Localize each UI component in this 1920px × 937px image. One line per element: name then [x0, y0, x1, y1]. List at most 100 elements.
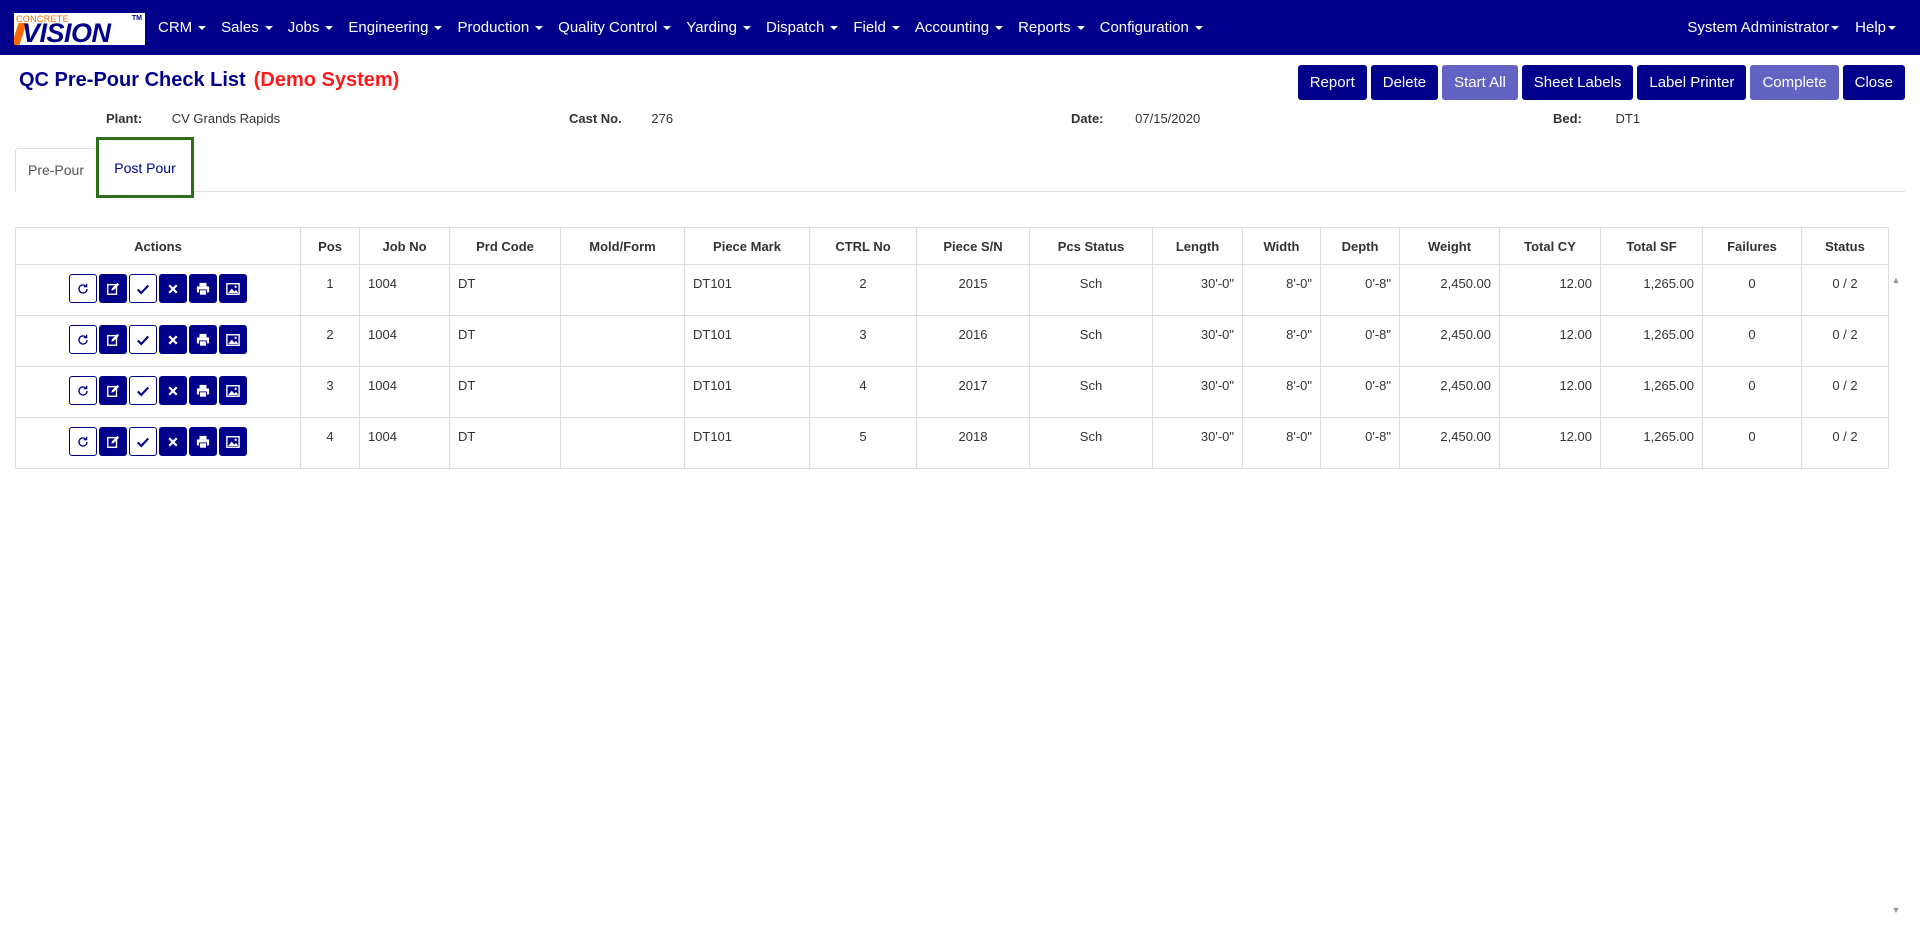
cell-length: 30'-0" — [1152, 417, 1243, 469]
image-button[interactable] — [219, 376, 247, 405]
edit-button[interactable] — [99, 274, 127, 303]
reset-button[interactable] — [69, 325, 97, 354]
menu-sales[interactable]: Sales — [221, 19, 273, 36]
chevron-down-icon — [1831, 25, 1840, 30]
col-header-mold-form[interactable]: Mold/Form — [560, 227, 685, 265]
tab-post-pour[interactable]: Post Pour — [96, 137, 194, 198]
col-header-actions: Actions — [15, 227, 301, 265]
concrete-vision-logo[interactable]: CONCRETE VISION TM — [14, 13, 145, 45]
cell-job-no: 1004 — [359, 417, 450, 469]
approve-button[interactable] — [129, 325, 157, 354]
col-header-job-no[interactable]: Job No — [359, 227, 450, 265]
image-button[interactable] — [219, 274, 247, 303]
cell-status: 0 / 2 — [1801, 366, 1889, 418]
top-navbar: CONCRETE VISION TM CRM Sales Jobs Engine… — [0, 0, 1920, 55]
menu-jobs[interactable]: Jobs — [288, 19, 334, 36]
table-row[interactable]: 3 1004 DT DT101 4 2017 Sch 30'-0" 8'-0" 0'-8" 2,45… — [15, 366, 1889, 418]
chevron-down-icon — [663, 25, 672, 30]
menu-crm-label: CRM — [158, 19, 193, 36]
scroll-up-arrow[interactable]: ▲ — [1890, 275, 1902, 287]
table-row[interactable]: 4 1004 DT DT101 5 2018 Sch 30'-0" 8'-0" 0'-8" 2,45… — [15, 417, 1889, 469]
chevron-down-icon — [1076, 25, 1085, 30]
reset-button[interactable] — [69, 376, 97, 405]
cell-mold-form — [560, 417, 685, 469]
cell-piece-sn: 2015 — [916, 264, 1030, 316]
menu-crm[interactable]: CRM — [158, 19, 207, 36]
date-info: Date: 07/15/2020 — [1071, 111, 1200, 126]
approve-button[interactable] — [129, 427, 157, 456]
col-header-width[interactable]: Width — [1242, 227, 1321, 265]
col-header-failures[interactable]: Failures — [1702, 227, 1802, 265]
table-row[interactable]: 1 1004 DT DT101 2 2015 Sch 30'-0" 8'-0" 0'-8" 2,45… — [15, 264, 1889, 316]
reject-button[interactable] — [159, 274, 187, 303]
cell-total-sf: 1,265.00 — [1600, 315, 1703, 367]
close-button[interactable]: Close — [1842, 65, 1905, 100]
cell-pcs-status: Sch — [1029, 315, 1153, 367]
help-menu[interactable]: Help — [1855, 19, 1896, 36]
cell-depth: 0'-8" — [1320, 315, 1400, 367]
edit-button[interactable] — [99, 376, 127, 405]
col-header-pcs-status[interactable]: Pcs Status — [1029, 227, 1153, 265]
menu-engineering[interactable]: Engineering — [348, 19, 443, 36]
menu-dispatch[interactable]: Dispatch — [766, 19, 839, 36]
help-label: Help — [1855, 19, 1886, 36]
menu-production[interactable]: Production — [457, 19, 544, 36]
scroll-down-arrow[interactable]: ▼ — [1890, 905, 1902, 917]
reject-button[interactable] — [159, 325, 187, 354]
col-header-pos[interactable]: Pos — [300, 227, 360, 265]
col-header-total-sf[interactable]: Total SF — [1600, 227, 1703, 265]
print-button[interactable] — [189, 325, 217, 354]
col-header-status[interactable]: Status — [1801, 227, 1889, 265]
cell-weight: 2,450.00 — [1399, 264, 1500, 316]
reject-button[interactable] — [159, 376, 187, 405]
user-menu[interactable]: System Administrator — [1687, 19, 1840, 36]
reject-button[interactable] — [159, 427, 187, 456]
col-header-prd-code[interactable]: Prd Code — [449, 227, 561, 265]
menu-configuration[interactable]: Configuration — [1100, 19, 1203, 36]
menu-field[interactable]: Field — [853, 19, 900, 36]
edit-button[interactable] — [99, 325, 127, 354]
chevron-down-icon — [995, 25, 1004, 30]
sheet-labels-button[interactable]: Sheet Labels — [1521, 65, 1634, 100]
col-header-piece-sn[interactable]: Piece S/N — [916, 227, 1030, 265]
col-header-weight[interactable]: Weight — [1399, 227, 1500, 265]
menu-reports-label: Reports — [1018, 19, 1071, 36]
tab-pre-pour[interactable]: Pre-Pour — [15, 148, 97, 192]
chevron-down-icon — [264, 25, 273, 30]
edit-button[interactable] — [99, 427, 127, 456]
reset-button[interactable] — [69, 274, 97, 303]
table-header-row: Actions Pos Job No Prd Code Mold/Form Pi… — [15, 227, 1889, 265]
print-button[interactable] — [189, 274, 217, 303]
report-button[interactable]: Report — [1297, 65, 1367, 100]
label-printer-button[interactable]: Label Printer — [1637, 65, 1747, 100]
print-button[interactable] — [189, 376, 217, 405]
menu-yarding[interactable]: Yarding — [686, 19, 751, 36]
approve-button[interactable] — [129, 376, 157, 405]
bed-label: Bed: — [1553, 111, 1582, 126]
menu-reports[interactable]: Reports — [1018, 19, 1085, 36]
table-row[interactable]: 2 1004 DT DT101 3 2016 Sch 30'-0" 8'-0" 0'-8" 2,45… — [15, 315, 1889, 367]
col-header-depth[interactable]: Depth — [1320, 227, 1400, 265]
menu-quality-control[interactable]: Quality Control — [558, 19, 672, 36]
cell-job-no: 1004 — [359, 366, 450, 418]
cell-total-cy: 12.00 — [1499, 417, 1601, 469]
col-header-total-cy[interactable]: Total CY — [1499, 227, 1601, 265]
complete-button[interactable]: Complete — [1750, 65, 1839, 100]
cell-pcs-status: Sch — [1029, 264, 1153, 316]
col-header-piece-mark[interactable]: Piece Mark — [684, 227, 810, 265]
image-button[interactable] — [219, 427, 247, 456]
reset-button[interactable] — [69, 427, 97, 456]
start-all-button[interactable]: Start All — [1442, 65, 1518, 100]
cell-failures: 0 — [1702, 315, 1802, 367]
plant-value: CV Grands Rapids — [171, 111, 281, 126]
image-button[interactable] — [219, 325, 247, 354]
approve-button[interactable] — [129, 274, 157, 303]
col-header-length[interactable]: Length — [1152, 227, 1243, 265]
cell-piece-sn: 2018 — [916, 417, 1030, 469]
delete-button[interactable]: Delete — [1370, 65, 1439, 100]
col-header-ctrl-no[interactable]: CTRL No — [809, 227, 917, 265]
menu-accounting[interactable]: Accounting — [915, 19, 1004, 36]
cell-piece-mark: DT101 — [684, 264, 810, 316]
print-button[interactable] — [189, 427, 217, 456]
cell-total-sf: 1,265.00 — [1600, 417, 1703, 469]
